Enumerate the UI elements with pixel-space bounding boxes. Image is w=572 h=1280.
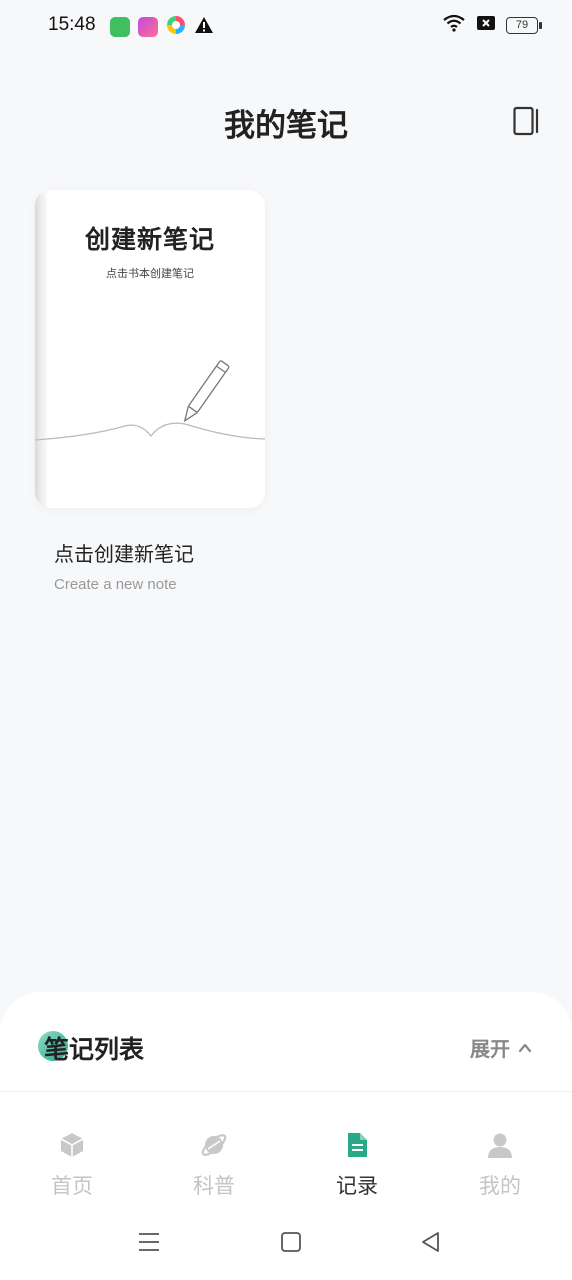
status-time: 15:48 bbox=[48, 14, 96, 35]
expand-button[interactable]: 展开 bbox=[470, 1033, 532, 1062]
status-notification-icons bbox=[110, 15, 214, 39]
open-book-pen-illustration bbox=[35, 360, 265, 441]
chevron-up-icon bbox=[518, 1043, 532, 1052]
create-note-label[interactable]: 点击创建新笔记 bbox=[54, 538, 194, 567]
planet-icon bbox=[201, 1134, 227, 1156]
cube-icon bbox=[60, 1133, 84, 1157]
tab-label: 我的 bbox=[479, 1174, 521, 1198]
sheet-divider bbox=[0, 1091, 572, 1092]
tab-home[interactable]: 首页 bbox=[22, 1130, 122, 1200]
status-system-icons: 79 bbox=[442, 14, 542, 36]
page-title: 我的笔记 bbox=[224, 108, 348, 144]
create-notebook-card[interactable]: 创建新笔记 点击书本创建笔记 bbox=[35, 190, 265, 508]
tab-mine[interactable]: 我的 bbox=[450, 1130, 550, 1200]
note-list-title: 笔记列表 bbox=[44, 1035, 145, 1064]
app-purple-icon bbox=[138, 17, 158, 37]
back-nav-icon[interactable] bbox=[419, 1230, 443, 1254]
book-switch-icon[interactable] bbox=[513, 106, 541, 136]
expand-label: 展开 bbox=[470, 1037, 510, 1061]
tab-label: 科普 bbox=[193, 1174, 235, 1198]
notebook-cover-title: 创建新笔记 bbox=[84, 225, 215, 254]
status-bar: 15:48 79 bbox=[0, 0, 572, 52]
tab-records[interactable]: 记录 bbox=[307, 1130, 407, 1200]
tab-label: 记录 bbox=[336, 1174, 378, 1198]
tab-label: 首页 bbox=[51, 1174, 93, 1198]
wifi-icon bbox=[442, 14, 466, 36]
create-note-sublabel: Create a new note bbox=[54, 576, 177, 593]
sim-disabled-icon bbox=[476, 15, 496, 35]
battery-icon: 79 bbox=[506, 16, 542, 34]
home-nav-icon[interactable] bbox=[279, 1230, 303, 1254]
warning-icon bbox=[194, 16, 214, 38]
person-icon bbox=[488, 1133, 512, 1158]
document-icon bbox=[348, 1133, 367, 1157]
app-colorful-icon bbox=[166, 15, 186, 39]
tab-science[interactable]: 科普 bbox=[164, 1130, 264, 1200]
menu-nav-icon[interactable] bbox=[137, 1230, 161, 1254]
notebook-cover-subtitle: 点击书本创建笔记 bbox=[106, 267, 194, 280]
app-green-icon bbox=[110, 17, 130, 37]
